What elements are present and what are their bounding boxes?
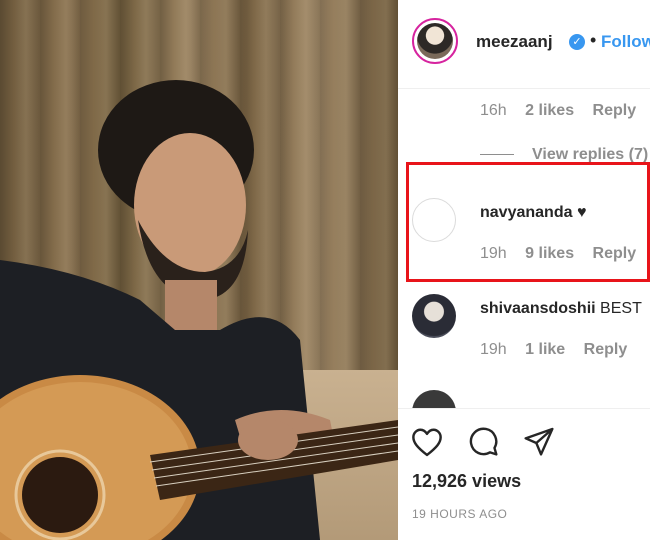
post-actions: 12,926 views 19 HOURS AGO (398, 408, 650, 540)
highlight-box (406, 162, 650, 282)
follow-button[interactable]: Follow (601, 32, 650, 52)
comment-avatar[interactable] (412, 294, 456, 338)
verified-badge-icon: ✓ (569, 34, 585, 50)
comment-likes[interactable]: 1 like (525, 341, 565, 358)
comment-text: BEST (600, 300, 642, 317)
comment-icon[interactable] (466, 425, 500, 457)
heart-icon[interactable] (410, 427, 444, 457)
comment-likes[interactable]: 2 likes (525, 102, 574, 119)
post-header: meezaanj ✓ • Follow (398, 0, 650, 89)
replies-divider (480, 154, 514, 156)
comment-body: shivaansdoshii BEST (480, 300, 642, 318)
comment-meta: 16h 2 likes Reply (480, 102, 650, 120)
video-player[interactable] (0, 0, 398, 540)
reply-button[interactable]: Reply (584, 341, 628, 358)
video-frame-person-with-guitar (0, 80, 398, 540)
post-sidebar: meezaanj ✓ • Follow 16h 2 likes Reply Vi… (398, 0, 650, 540)
reply-button[interactable]: Reply (593, 102, 637, 119)
profile-avatar[interactable] (412, 18, 458, 64)
views-count[interactable]: 12,926 views (412, 471, 521, 492)
comment-username[interactable]: shivaansdoshii (480, 300, 596, 317)
post-username[interactable]: meezaanj (476, 32, 553, 52)
comment-meta: 19h 1 like Reply (480, 341, 641, 359)
comment-time: 16h (480, 102, 507, 119)
share-icon[interactable] (522, 425, 556, 457)
separator-dot: • (590, 30, 597, 50)
post-timestamp: 19 HOURS AGO (412, 507, 508, 521)
comment-time: 19h (480, 341, 507, 358)
view-replies-label: View replies (7) (532, 146, 649, 163)
